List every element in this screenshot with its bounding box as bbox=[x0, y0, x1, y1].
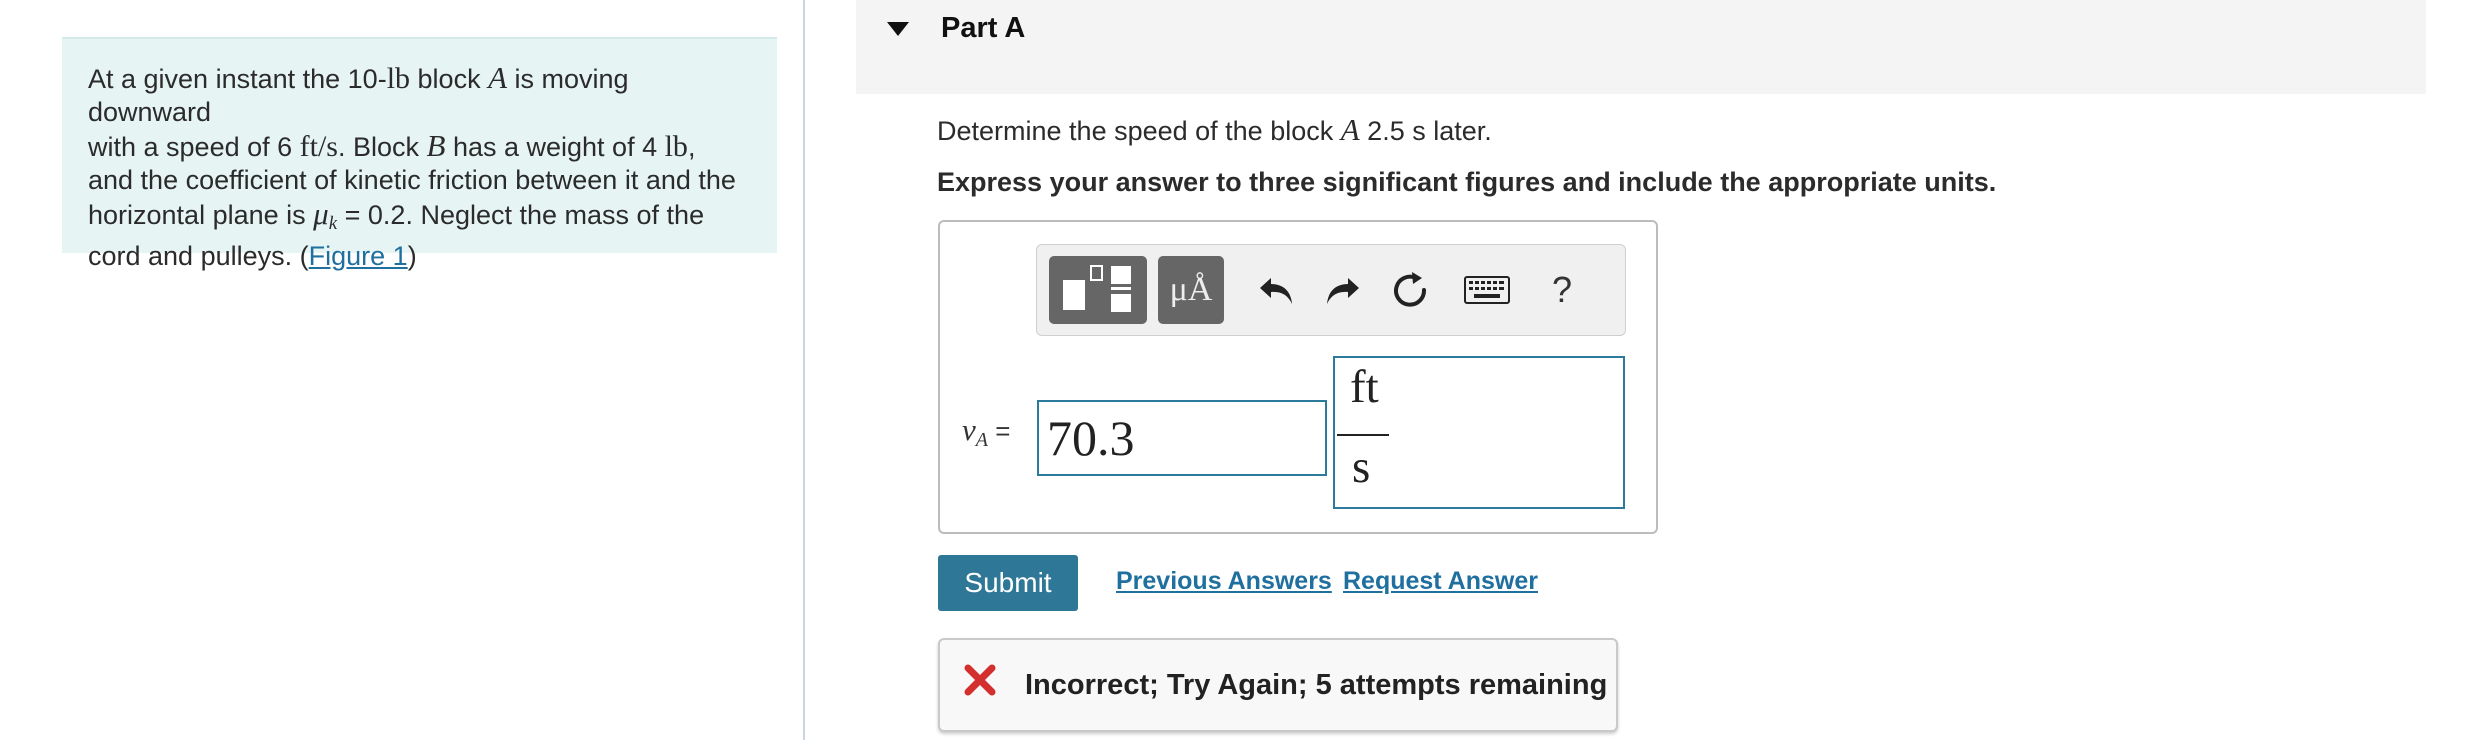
feedback-text: Incorrect; Try Again; 5 attempts remaini… bbox=[1025, 669, 1608, 701]
redo-icon bbox=[1327, 278, 1359, 304]
pane-divider bbox=[803, 0, 805, 740]
previous-answers-link[interactable]: Previous Answers bbox=[1116, 567, 1332, 596]
incorrect-x-icon bbox=[964, 664, 996, 696]
question-text: Determine the speed of the block A 2.5 s… bbox=[937, 112, 1492, 147]
math-toolbar: μÅ ? bbox=[1036, 244, 1626, 336]
unit-numerator: ft bbox=[1350, 361, 1379, 413]
fraction-bar bbox=[1337, 434, 1389, 436]
unit-input[interactable]: ft s bbox=[1333, 356, 1625, 509]
feedback-banner: Incorrect; Try Again; 5 attempts remaini… bbox=[938, 638, 1618, 732]
answer-instructions: Express your answer to three significant… bbox=[937, 167, 1997, 197]
unit-denominator: s bbox=[1352, 441, 1371, 493]
units-button[interactable]: μÅ bbox=[1158, 256, 1224, 324]
value-input[interactable]: 70.3 bbox=[1037, 400, 1327, 476]
templates-button[interactable] bbox=[1049, 256, 1147, 324]
part-title: Part A bbox=[941, 12, 1026, 44]
reset-button[interactable] bbox=[1382, 256, 1437, 324]
problem-statement: At a given instant the 10-lb block A is … bbox=[62, 37, 777, 271]
help-button[interactable]: ? bbox=[1537, 256, 1587, 324]
collapse-caret-icon[interactable] bbox=[887, 22, 909, 36]
keyboard-icon bbox=[1464, 276, 1510, 304]
variable-label: vA = bbox=[962, 412, 1011, 451]
undo-button[interactable] bbox=[1252, 256, 1302, 324]
problem-line-4: horizontal plane is μk = 0.2. Neglect th… bbox=[88, 196, 705, 234]
answer-box: μÅ ? vA = 70.3 ft s bbox=[938, 220, 1658, 534]
redo-button[interactable] bbox=[1317, 256, 1367, 324]
problem-line-5: cord and pulleys. (Figure 1) bbox=[88, 241, 417, 271]
templates-icon bbox=[1063, 265, 1131, 312]
problem-line-1: At a given instant the 10-lb block A is … bbox=[88, 60, 629, 127]
reset-icon bbox=[1393, 272, 1426, 307]
undo-icon bbox=[1260, 278, 1292, 304]
figure-link[interactable]: Figure 1 bbox=[309, 241, 408, 271]
keyboard-button[interactable] bbox=[1457, 256, 1517, 324]
problem-line-2: with a speed of 6 ft/s. Block B has a we… bbox=[88, 128, 696, 163]
problem-line-3: and the coefficient of kinetic friction … bbox=[88, 165, 736, 195]
request-answer-link[interactable]: Request Answer bbox=[1343, 567, 1538, 596]
submit-button[interactable]: Submit bbox=[938, 555, 1078, 611]
part-header[interactable]: Part A bbox=[856, 0, 2426, 94]
